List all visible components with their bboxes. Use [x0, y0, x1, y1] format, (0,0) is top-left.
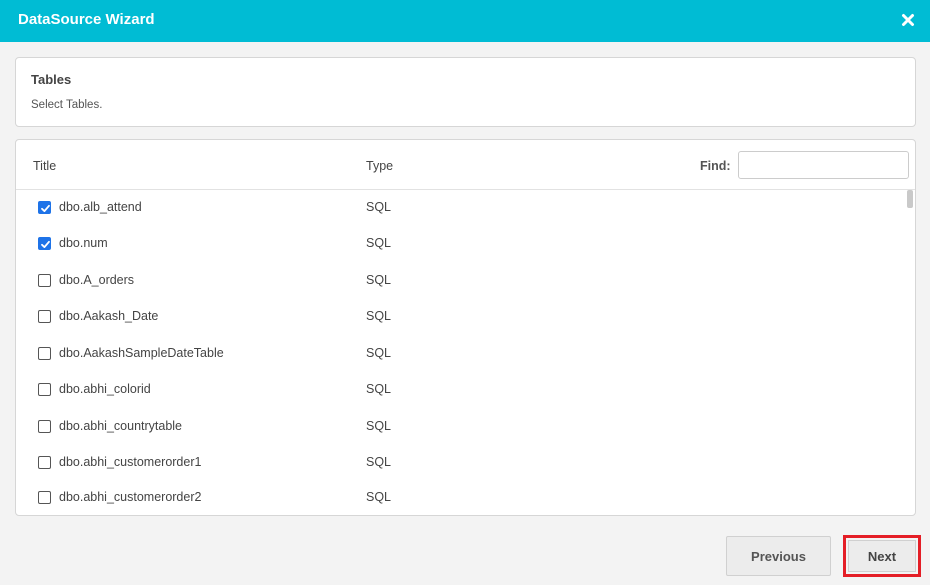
table-row[interactable]: dbo.Aakash_Date SQL: [16, 299, 906, 335]
next-button[interactable]: Next: [848, 540, 916, 572]
checkbox-checked[interactable]: [38, 201, 51, 214]
wizard-titlebar: DataSource Wizard: [0, 0, 930, 42]
table-row[interactable]: dbo.alb_attend SQL: [16, 190, 906, 226]
table-header: Title Type Find:: [16, 140, 915, 190]
table-body: dbo.alb_attend SQL dbo.num SQL dbo.A_orders S…: [16, 190, 915, 515]
checkbox[interactable]: [38, 310, 51, 323]
scrollbar-thumb[interactable]: [907, 190, 913, 208]
checkbox-checked[interactable]: [38, 237, 51, 250]
row-title: dbo.abhi_countrytable: [59, 419, 183, 433]
row-type: SQL: [366, 273, 392, 287]
step-header-panel: Tables Select Tables.: [15, 57, 916, 127]
column-header-title[interactable]: Title: [33, 159, 56, 173]
table-row[interactable]: dbo.abhi_countrytable SQL: [16, 409, 906, 445]
row-type: SQL: [366, 309, 392, 323]
row-title: dbo.A_orders: [59, 273, 135, 287]
row-type: SQL: [366, 419, 392, 433]
row-title: dbo.Aakash_Date: [59, 309, 159, 323]
row-title: dbo.abhi_customerorder2: [59, 490, 202, 504]
previous-button[interactable]: Previous: [726, 536, 831, 576]
wizard-title: DataSource Wizard: [18, 11, 155, 28]
checkbox[interactable]: [38, 274, 51, 287]
row-title: dbo.num: [59, 236, 108, 250]
row-title: dbo.alb_attend: [59, 200, 142, 214]
table-row[interactable]: dbo.abhi_customerorder1 SQL: [16, 445, 906, 481]
tables-grid: Title Type Find: dbo.alb_attend SQL dbo.nu…: [15, 139, 916, 516]
table-row[interactable]: dbo.abhi_colorid SQL: [16, 372, 906, 408]
checkbox[interactable]: [38, 491, 51, 504]
step-title: Tables: [31, 72, 72, 87]
find-input[interactable]: [738, 151, 909, 179]
step-subtitle: Select Tables.: [31, 99, 103, 111]
row-type: SQL: [366, 382, 392, 396]
table-row[interactable]: dbo.num SQL: [16, 226, 906, 262]
row-title: dbo.abhi_colorid: [59, 382, 151, 396]
checkbox[interactable]: [38, 456, 51, 469]
row-type: SQL: [366, 346, 392, 360]
row-type: SQL: [366, 455, 392, 469]
checkbox[interactable]: [38, 383, 51, 396]
row-type: SQL: [366, 200, 392, 214]
scrollbar[interactable]: [906, 190, 914, 515]
find-label: Find:: [700, 159, 731, 173]
row-type: SQL: [366, 236, 392, 250]
table-row[interactable]: dbo.abhi_customerorder2 SQL: [16, 480, 906, 515]
table-row[interactable]: dbo.AakashSampleDateTable SQL: [16, 336, 906, 372]
table-row[interactable]: dbo.A_orders SQL: [16, 263, 906, 299]
checkbox[interactable]: [38, 420, 51, 433]
checkbox[interactable]: [38, 347, 51, 360]
next-button-highlight: Next: [843, 535, 921, 577]
row-title: dbo.AakashSampleDateTable: [59, 346, 224, 360]
column-header-type[interactable]: Type: [366, 159, 393, 173]
close-icon[interactable]: [900, 12, 916, 28]
row-title: dbo.abhi_customerorder1: [59, 455, 202, 469]
row-type: SQL: [366, 490, 392, 504]
